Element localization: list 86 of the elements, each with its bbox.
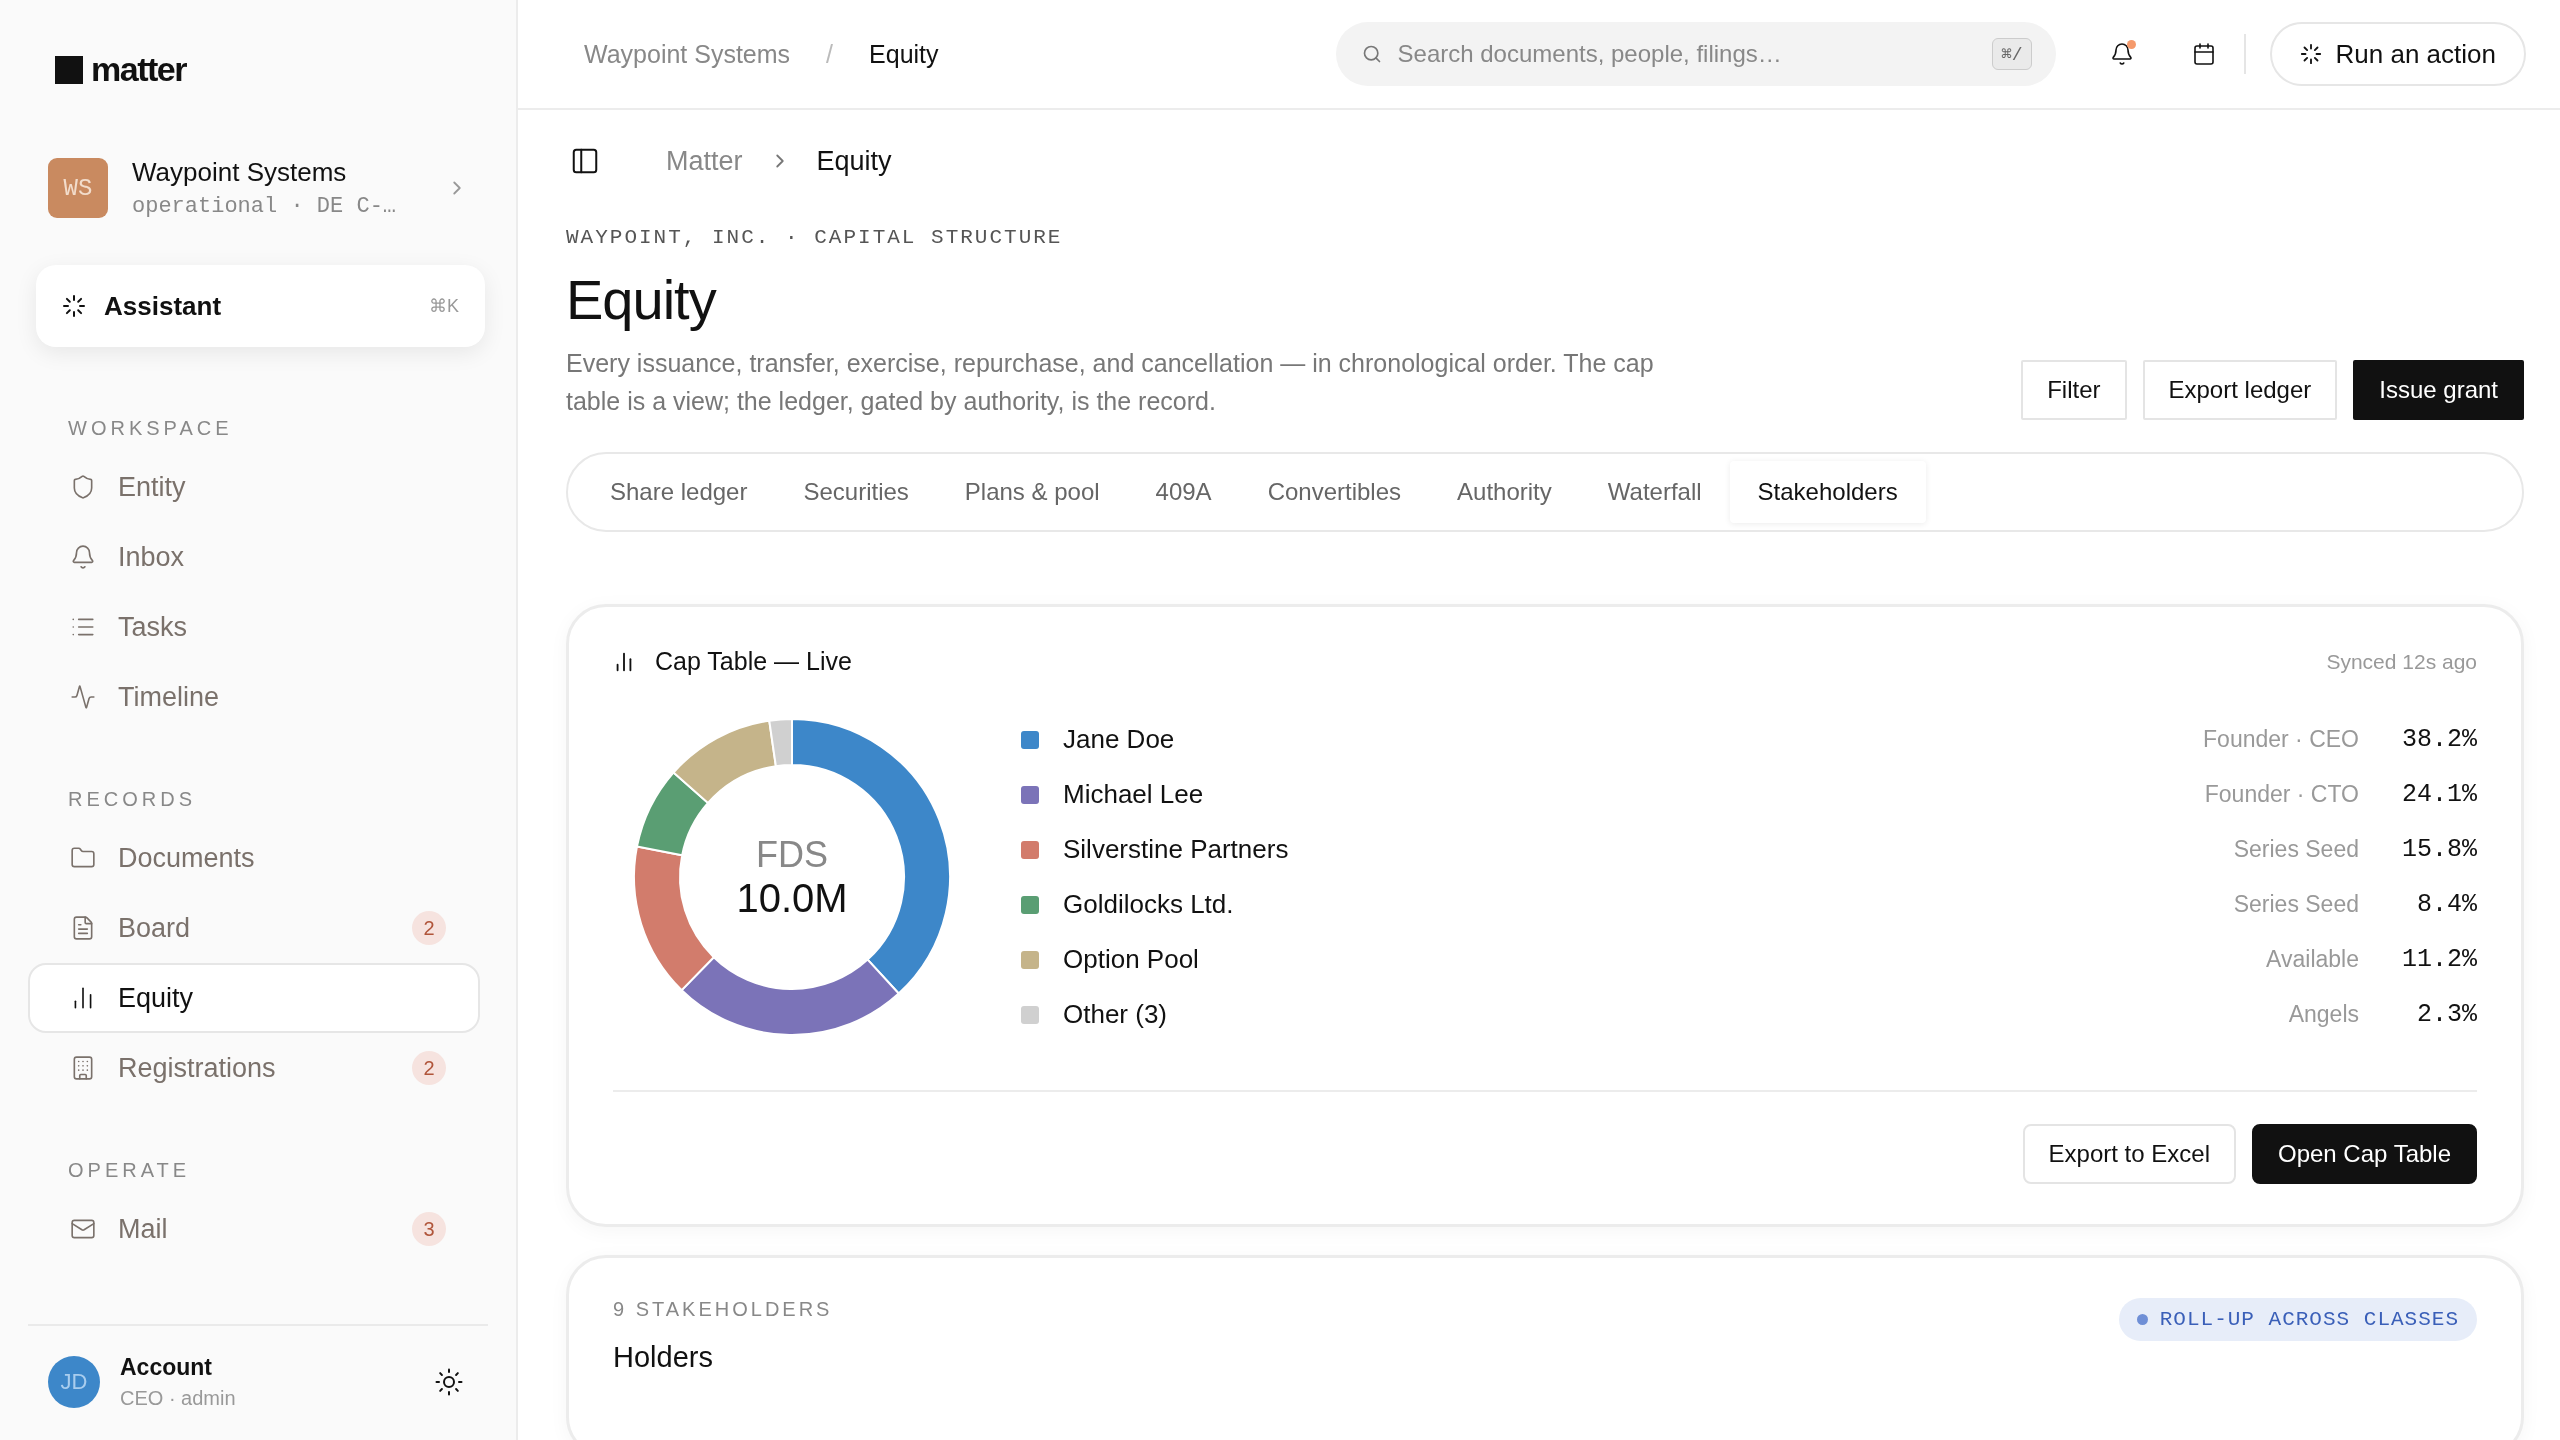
holder-role: Founder · CEO	[2203, 726, 2359, 753]
count-badge: 3	[412, 1212, 446, 1246]
holder-percent: 24.1%	[2401, 780, 2477, 809]
card-title: Holders	[613, 1341, 714, 1374]
sidebar-item[interactable]: Tasks	[28, 592, 480, 662]
bell-icon	[70, 544, 96, 570]
section-title: RECORDS	[67, 788, 197, 811]
sidebar-item-label: Mail	[118, 1213, 169, 1245]
account-role: CEO · admin	[120, 1387, 237, 1410]
workspace-name: Waypoint Systems	[132, 157, 348, 188]
sidebar-item-label: Tasks	[118, 611, 189, 643]
sidebar-item[interactable]: Registrations 2	[28, 1033, 480, 1103]
workspace-avatar: WS	[48, 158, 108, 218]
search-icon	[1361, 44, 1382, 64]
page-eyebrow: WAYPOINT, INC. · CAPITAL STRUCTURE	[566, 226, 1064, 249]
holder-percent: 8.4%	[2416, 890, 2477, 919]
holder-percent: 11.2%	[2401, 945, 2477, 974]
breadcrumb-separator: /	[826, 39, 834, 69]
card-title: Cap Table — Live	[655, 647, 852, 676]
account-name: Account	[120, 1354, 213, 1381]
tab[interactable]: Stakeholders	[1729, 461, 1926, 523]
sidebar-item[interactable]: Board 2	[28, 893, 480, 963]
breadcrumb-link[interactable]: Equity	[816, 145, 892, 177]
card-button[interactable]: Open Cap Table	[2252, 1124, 2477, 1184]
pulse-icon	[70, 684, 96, 710]
sidebar-item[interactable]: Inbox	[28, 522, 480, 592]
holder-name: Option Pool	[1063, 944, 1200, 975]
header-button[interactable]: Export ledger	[2142, 360, 2338, 420]
tab[interactable]: 409A	[1127, 461, 1240, 523]
shortcut-hint: ⌘/	[1991, 38, 2032, 70]
holder-role: Founder · CTO	[2204, 781, 2359, 808]
run-action-button[interactable]: Run an action	[2269, 22, 2526, 86]
roll-up-tag: ROLL-UP ACROSS CLASSES	[2118, 1298, 2477, 1341]
donut-center-value: 10.0M	[736, 875, 848, 921]
header-button[interactable]: Issue grant	[2353, 360, 2524, 420]
holder-role: Series Seed	[2233, 891, 2359, 918]
sidebar-item[interactable]: Entity	[28, 452, 480, 522]
sidebar-item-label: Documents	[118, 842, 256, 874]
sidebar-item[interactable]: Timeline	[28, 662, 480, 732]
holders-count: 9 STAKEHOLDERS	[613, 1298, 834, 1321]
card-button[interactable]: Export to Excel	[2022, 1124, 2236, 1184]
holder-role: Angels	[2288, 1001, 2359, 1028]
breadcrumb-link[interactable]: Waypoint Systems	[584, 39, 791, 69]
sidebar-item[interactable]: Equity	[28, 963, 480, 1033]
sidebar-item[interactable]: Documents	[28, 823, 480, 893]
tab[interactable]: Authority	[1429, 461, 1580, 523]
assistant-button[interactable]: Assistant ⌘K	[36, 265, 485, 347]
section-title: WORKSPACE	[67, 417, 234, 440]
count-badge: 2	[412, 1051, 446, 1085]
account-avatar: JD	[48, 1356, 100, 1408]
holder-percent: 2.3%	[2416, 1000, 2477, 1029]
holder-name: Silverstine Partners	[1063, 834, 1290, 865]
matter-logo: matter	[28, 50, 488, 89]
sidebar-item-label: Board	[118, 912, 192, 944]
donut-center-label: FDS	[756, 833, 828, 876]
sparkle-icon	[62, 294, 86, 318]
sync-status: Synced 12s ago	[2326, 649, 2477, 674]
sidebar-item-label: Equity	[118, 982, 195, 1014]
holder-name: Goldilocks Ltd.	[1063, 889, 1235, 920]
count-badge: 2	[412, 911, 446, 945]
sidebar-item[interactable]: Mail 3	[28, 1194, 480, 1264]
workspace-switcher[interactable]: WS Waypoint Systems operational · DE C-…	[28, 157, 488, 219]
holder-percent: 38.2%	[2401, 725, 2477, 754]
workspace-meta: operational · DE C-…	[132, 194, 398, 219]
tab[interactable]: Waterfall	[1579, 461, 1730, 523]
holder-name: Jane Doe	[1063, 724, 1176, 755]
page-description: Every issuance, transfer, exercise, repurchase, and cancellation — in chronological order. The cap table is a view; the ledger, gated by authority, is the record.	[566, 348, 1655, 417]
holder-name: Michael Lee	[1063, 779, 1205, 810]
holder-percent: 15.8%	[2401, 835, 2477, 864]
tab[interactable]: Share ledger	[582, 461, 776, 523]
section-title: OPERATE	[67, 1159, 192, 1182]
sidebar-item-label: Registrations	[118, 1052, 277, 1084]
holder-role: Available	[2266, 946, 2359, 973]
tab[interactable]: Securities	[775, 461, 937, 523]
sidebar-item-label: Entity	[118, 471, 187, 503]
holder-role: Series Seed	[2233, 836, 2359, 863]
tab[interactable]: Convertibles	[1239, 461, 1430, 523]
tab[interactable]: Plans & pool	[936, 461, 1128, 523]
sidebar-item-label: Inbox	[118, 541, 186, 573]
breadcrumb-link[interactable]: Equity	[869, 39, 939, 69]
breadcrumb-link[interactable]: Matter	[666, 145, 743, 177]
sidebar-item-label: Timeline	[118, 681, 221, 713]
header-button[interactable]: Filter	[2021, 360, 2127, 420]
sparkle-icon	[2299, 43, 2322, 65]
holder-name: Other (3)	[1063, 999, 1169, 1030]
page-title: Equity	[566, 267, 718, 332]
